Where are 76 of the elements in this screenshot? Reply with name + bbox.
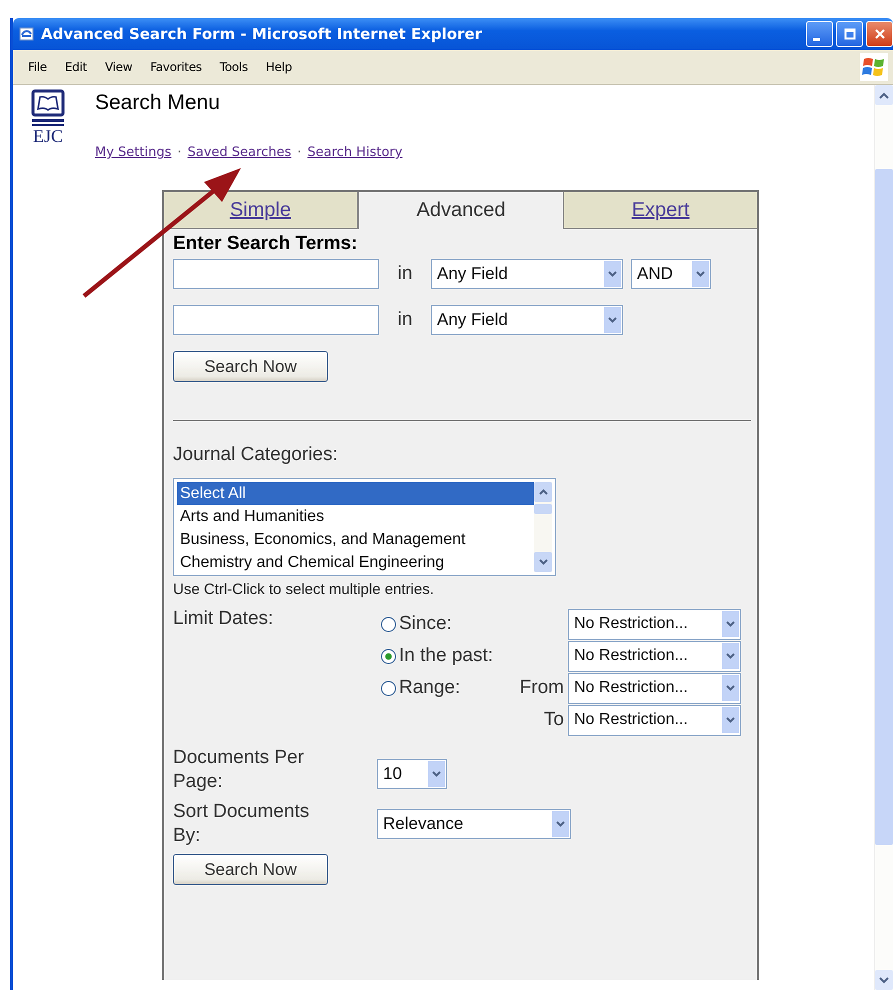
label: To — [544, 709, 564, 730]
scroll-up-icon[interactable] — [875, 85, 893, 105]
label: Journal Categories: — [173, 444, 339, 466]
radio-button[interactable] — [381, 680, 396, 696]
dropdown[interactable]: No Restriction... — [568, 704, 741, 736]
menu-item[interactable]: File — [19, 60, 56, 74]
link[interactable]: Saved Searches — [188, 145, 292, 160]
label: Limit Dates: — [173, 608, 274, 630]
search-button[interactable]: Search Now — [173, 351, 328, 382]
field-connector: in — [396, 309, 414, 331]
menu-item[interactable]: View — [96, 60, 142, 74]
radio-label: Range: — [399, 677, 460, 699]
page-title: Search Menu — [95, 91, 221, 115]
menu-item[interactable]: Help — [256, 60, 301, 74]
radio-label: In the past: — [399, 645, 494, 667]
logo-text: EJC — [32, 127, 63, 145]
scrollbar[interactable] — [534, 482, 552, 572]
browser-icon — [19, 26, 35, 42]
list-option[interactable]: Select All — [177, 482, 534, 505]
label: Sort Documents By: — [173, 800, 310, 848]
list-option[interactable]: Chemistry and Chemical Engineering — [177, 551, 534, 574]
book-icon — [31, 89, 65, 127]
hint-text: Use Ctrl-Click to select multiple entries. — [173, 581, 435, 598]
dropdown[interactable]: Any Field — [431, 305, 623, 335]
menu-item[interactable]: Favorites — [141, 60, 211, 74]
label: From — [520, 677, 564, 698]
tab[interactable]: Expert — [564, 192, 757, 229]
list-option[interactable]: Arts and Humanities — [177, 505, 534, 528]
radio-label: Since: — [399, 613, 452, 635]
caret-icon — [722, 707, 739, 733]
dropdown[interactable]: Any Field — [431, 259, 623, 289]
scroll-up-icon[interactable] — [534, 482, 552, 502]
radio-button[interactable] — [381, 648, 396, 664]
caret-icon — [428, 761, 445, 787]
scrollbar[interactable] — [874, 85, 893, 990]
dropdown[interactable]: No Restriction... — [568, 608, 741, 640]
scroll-down-icon[interactable] — [534, 552, 552, 572]
close-button[interactable] — [866, 21, 893, 47]
window-title: Advanced Search Form - Microsoft Internet Explorer — [41, 25, 484, 43]
minimize-icon — [813, 38, 820, 40]
search-term-field[interactable] — [173, 305, 379, 335]
search-button[interactable]: Search Now — [173, 854, 328, 885]
minimize-button[interactable] — [806, 21, 833, 47]
link[interactable]: My Settings — [95, 145, 172, 160]
maximize-button[interactable] — [836, 21, 863, 47]
dropdown[interactable]: Relevance — [377, 809, 571, 839]
caret-icon — [722, 643, 739, 669]
dropdown[interactable]: 10 — [377, 759, 447, 789]
maximize-icon — [844, 28, 856, 40]
separator: · — [177, 145, 182, 160]
tab[interactable]: Simple — [164, 192, 358, 229]
scroll-thumb[interactable] — [534, 504, 552, 514]
dropdown[interactable]: No Restriction... — [568, 672, 741, 704]
radio-button[interactable] — [381, 616, 396, 632]
close-icon — [874, 28, 886, 40]
field-connector: in — [396, 263, 414, 285]
caret-icon — [722, 675, 739, 701]
tab[interactable]: Advanced — [358, 192, 564, 229]
scroll-down-icon[interactable] — [875, 970, 893, 990]
caret-icon — [552, 811, 569, 837]
dropdown[interactable]: AND — [631, 259, 711, 289]
list-option[interactable]: Business, Economics, and Management — [177, 528, 534, 551]
label: Documents Per Page: — [173, 746, 305, 794]
menu-item[interactable]: Tools — [210, 60, 257, 74]
caret-icon — [692, 261, 709, 287]
separator: · — [297, 145, 302, 160]
category-list[interactable]: Select All Arts and Humanities Business, Economics, and Management Chemistry and Chemical Engineering — [173, 478, 556, 576]
caret-icon — [722, 611, 739, 637]
caret-icon — [604, 261, 621, 287]
menu-item[interactable]: Edit — [56, 60, 96, 74]
caret-icon — [604, 307, 621, 333]
dropdown[interactable]: No Restriction... — [568, 640, 741, 672]
link[interactable]: Search History — [307, 145, 402, 160]
search-term-field[interactable] — [173, 259, 379, 289]
scroll-thumb[interactable] — [875, 169, 893, 845]
section-heading: Enter Search Terms: — [173, 233, 358, 255]
